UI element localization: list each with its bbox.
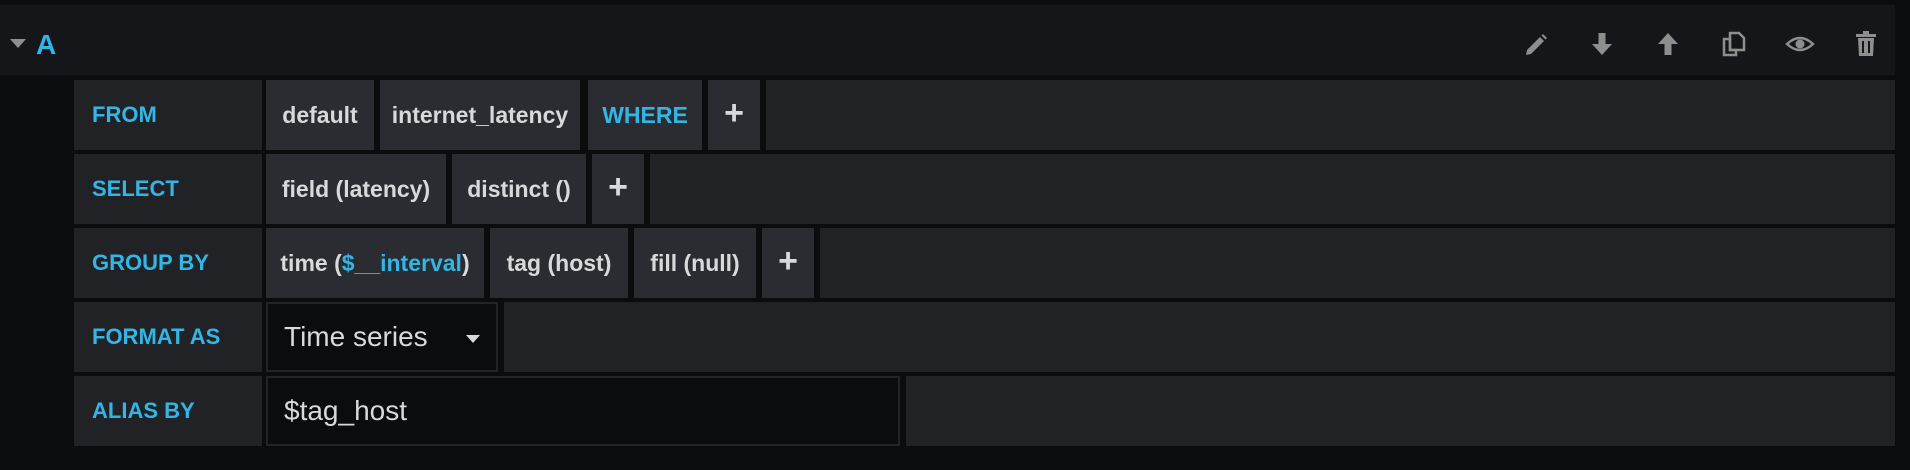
duplicate-icon[interactable] (1719, 29, 1749, 59)
alias-by-input[interactable] (266, 376, 900, 446)
retention-policy-segment[interactable]: default (266, 80, 374, 150)
select-row: SELECT field (latency) distinct () + (74, 154, 1895, 224)
time-suffix: ) (461, 250, 470, 276)
add-select-button[interactable]: + (592, 154, 644, 224)
eye-icon[interactable] (1785, 29, 1815, 59)
function-segment[interactable]: distinct () (452, 154, 586, 224)
group-by-label: GROUP BY (74, 228, 262, 298)
where-keyword[interactable]: WHERE (588, 80, 702, 150)
from-row: FROM default internet_latency WHERE + (74, 80, 1895, 150)
format-as-label: FORMAT AS (74, 302, 262, 372)
add-group-by-button[interactable]: + (762, 228, 814, 298)
format-as-row: FORMAT AS Time series (74, 302, 1895, 372)
fill-segment[interactable]: fill (null) (634, 228, 756, 298)
measurement-segment[interactable]: internet_latency (380, 80, 580, 150)
trash-icon[interactable] (1851, 29, 1881, 59)
add-where-button[interactable]: + (708, 80, 760, 150)
from-label: FROM (74, 80, 262, 150)
arrow-up-icon[interactable] (1653, 29, 1683, 59)
field-segment[interactable]: field (latency) (266, 154, 446, 224)
arrow-down-icon[interactable] (1587, 29, 1617, 59)
format-as-select[interactable]: Time series (266, 302, 498, 372)
pencil-icon[interactable] (1521, 29, 1551, 59)
query-header: A (0, 5, 1895, 75)
collapse-caret-icon[interactable] (10, 39, 26, 48)
alias-by-row: ALIAS BY (74, 376, 1895, 446)
select-row-filler (650, 154, 1895, 224)
time-interval-segment[interactable]: time ($__interval) (266, 228, 484, 298)
format-as-value: Time series (284, 321, 428, 352)
group-by-row: GROUP BY time ($__interval) tag (host) f… (74, 228, 1895, 298)
query-ref-id[interactable]: A (36, 27, 56, 63)
tag-segment[interactable]: tag (host) (490, 228, 628, 298)
alias-by-row-filler (906, 376, 1895, 446)
select-label: SELECT (74, 154, 262, 224)
format-as-row-filler (504, 302, 1895, 372)
time-prefix: time ( (280, 250, 342, 276)
interval-variable: $__interval (341, 250, 462, 276)
alias-by-label: ALIAS BY (74, 376, 262, 446)
from-row-filler (766, 80, 1895, 150)
group-by-row-filler (820, 228, 1895, 298)
chevron-down-icon (466, 335, 480, 343)
